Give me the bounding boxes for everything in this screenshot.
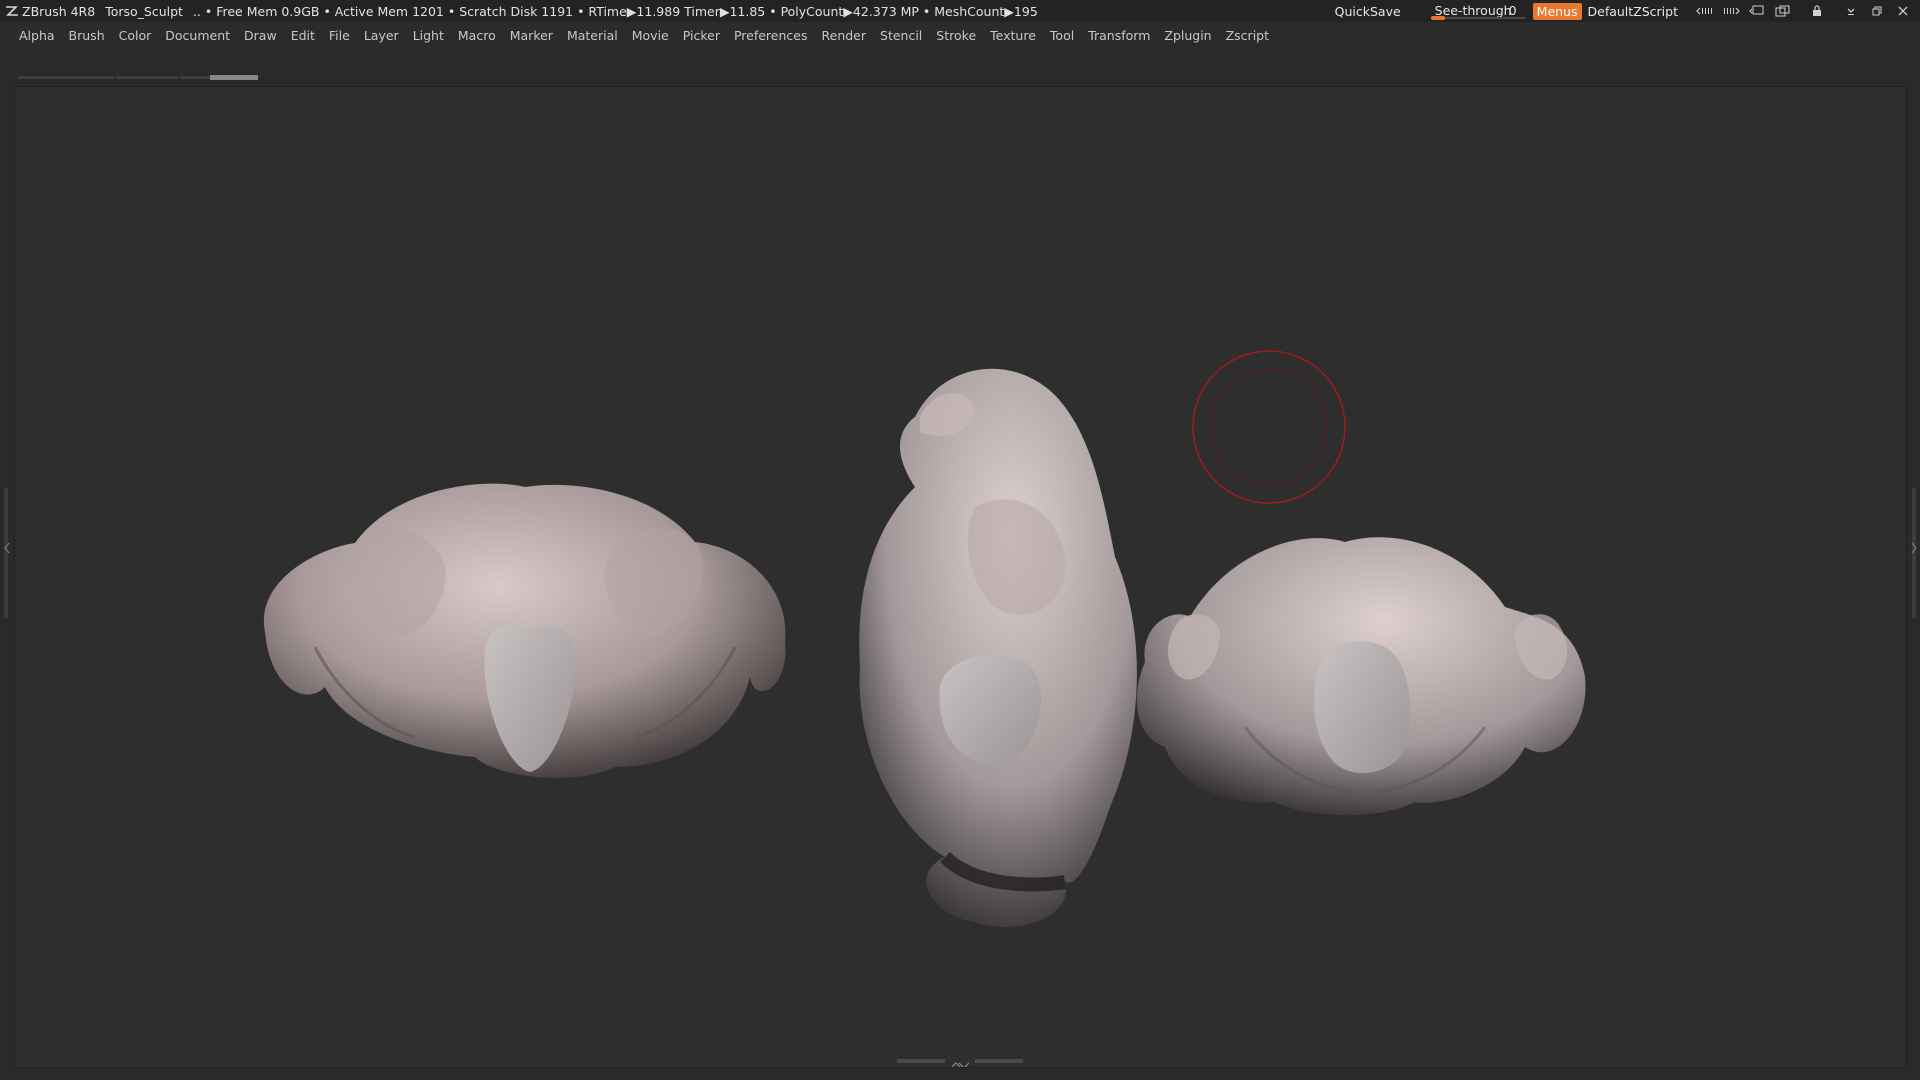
menu-macro[interactable]: Macro bbox=[451, 22, 503, 50]
menu-marker[interactable]: Marker bbox=[503, 22, 560, 50]
see-through-label: See-through bbox=[1434, 3, 1512, 18]
menu-color[interactable]: Color bbox=[112, 22, 159, 50]
see-through-track bbox=[1430, 17, 1525, 19]
see-through-handle[interactable] bbox=[1430, 16, 1445, 20]
sculpt-canvas[interactable] bbox=[15, 87, 1906, 1067]
menu-render[interactable]: Render bbox=[815, 22, 874, 50]
default-zscript-button[interactable]: DefaultZScript bbox=[1588, 4, 1679, 19]
minimize-icon[interactable] bbox=[1838, 0, 1864, 22]
menu-zscript[interactable]: Zscript bbox=[1219, 22, 1276, 50]
window-copy-icon[interactable] bbox=[1770, 0, 1796, 22]
menu-brush[interactable]: Brush bbox=[62, 22, 112, 50]
zbrush-logo-icon[interactable] bbox=[2, 0, 22, 22]
menu-light[interactable]: Light bbox=[406, 22, 451, 50]
bottom-tray-handle-left[interactable] bbox=[897, 1059, 945, 1063]
restore-icon[interactable] bbox=[1864, 0, 1890, 22]
torso-model-left[interactable] bbox=[263, 483, 786, 778]
menu-transform[interactable]: Transform bbox=[1081, 22, 1157, 50]
floating-window-icon[interactable] bbox=[1744, 0, 1770, 22]
brush-cursor bbox=[1192, 350, 1346, 504]
tab-slot[interactable] bbox=[116, 76, 178, 79]
tab-slot[interactable] bbox=[18, 76, 114, 79]
right-tray-arrow-icon[interactable] bbox=[1910, 540, 1918, 556]
canvas-viewport[interactable] bbox=[14, 86, 1907, 1068]
quicksave-button[interactable]: QuickSave bbox=[1335, 4, 1401, 19]
menu-picker[interactable]: Picker bbox=[676, 22, 727, 50]
document-tab-strip bbox=[18, 74, 258, 80]
menu-edit[interactable]: Edit bbox=[284, 22, 322, 50]
title-bar: ZBrush 4R8 Torso_Sculpt .. • Free Mem 0.… bbox=[0, 0, 1920, 22]
menu-stencil[interactable]: Stencil bbox=[873, 22, 929, 50]
see-through-value: 0 bbox=[1508, 3, 1517, 18]
torso-model-right[interactable] bbox=[1136, 537, 1586, 816]
menu-zplugin[interactable]: Zplugin bbox=[1157, 22, 1218, 50]
lock-icon[interactable] bbox=[1804, 0, 1830, 22]
menu-material[interactable]: Material bbox=[560, 22, 625, 50]
menu-texture[interactable]: Texture bbox=[983, 22, 1043, 50]
app-name: ZBrush 4R8 bbox=[22, 3, 96, 19]
bottom-tray-arrow-icon[interactable] bbox=[949, 1055, 971, 1067]
status-readout: .. • Free Mem 0.9GB • Active Mem 1201 • … bbox=[192, 3, 1038, 19]
menu-tool[interactable]: Tool bbox=[1043, 22, 1081, 50]
main-menu-bar: Alpha Brush Color Document Draw Edit Fil… bbox=[0, 22, 1920, 50]
menu-draw[interactable]: Draw bbox=[237, 22, 284, 50]
menu-file[interactable]: File bbox=[322, 22, 357, 50]
menu-layer[interactable]: Layer bbox=[357, 22, 406, 50]
menu-movie[interactable]: Movie bbox=[625, 22, 676, 50]
layout-left-icon[interactable] bbox=[1692, 0, 1718, 22]
left-tray-arrow-icon[interactable] bbox=[3, 540, 11, 556]
document-name: Torso_Sculpt bbox=[105, 3, 183, 19]
layout-right-icon[interactable] bbox=[1718, 0, 1744, 22]
close-icon[interactable] bbox=[1890, 0, 1916, 22]
torso-model-middle[interactable] bbox=[859, 368, 1137, 928]
tab-active-indicator[interactable] bbox=[210, 75, 258, 80]
menu-preferences[interactable]: Preferences bbox=[727, 22, 815, 50]
title-bar-controls: QuickSave See-through 0 Menus DefaultZSc… bbox=[1335, 0, 1920, 22]
menu-document[interactable]: Document bbox=[158, 22, 237, 50]
menu-alpha[interactable]: Alpha bbox=[0, 22, 62, 50]
bottom-tray-handle-right[interactable] bbox=[975, 1059, 1023, 1063]
see-through-slider[interactable]: See-through 0 bbox=[1429, 2, 1525, 20]
menu-stroke[interactable]: Stroke bbox=[929, 22, 983, 50]
menus-toggle-button[interactable]: Menus bbox=[1532, 2, 1582, 20]
